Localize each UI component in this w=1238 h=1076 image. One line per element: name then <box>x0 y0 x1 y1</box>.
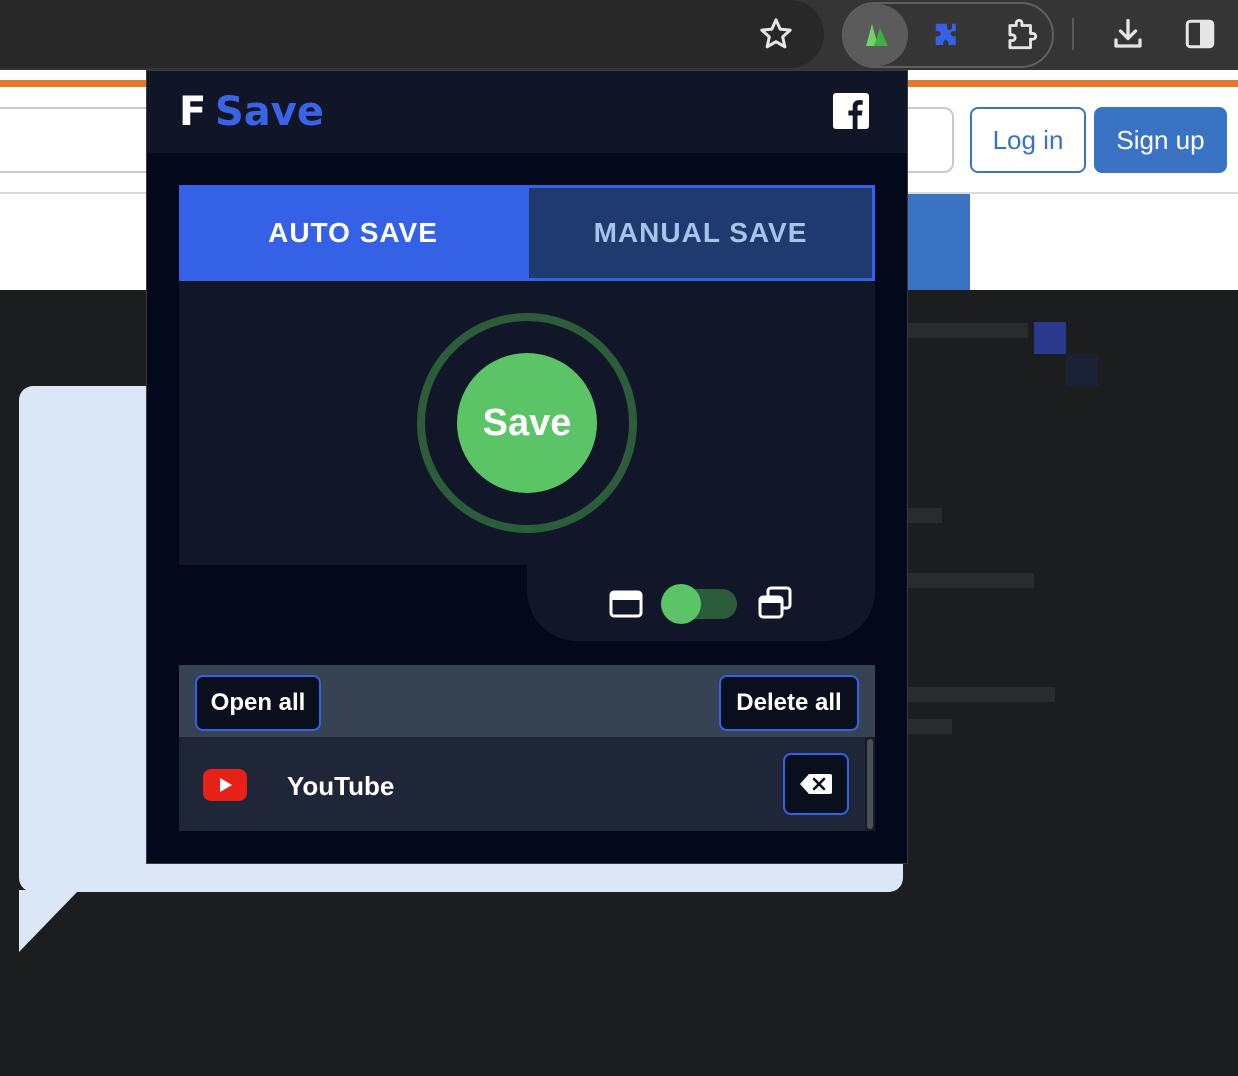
logo-save: Save <box>215 89 325 135</box>
fsave-extension-icon <box>866 24 888 46</box>
extension-box-icon[interactable] <box>1002 16 1040 54</box>
backspace-icon <box>800 774 832 794</box>
placeholder-line <box>906 719 952 734</box>
signup-button[interactable]: Sign up <box>1094 107 1227 173</box>
decorative-square <box>1034 322 1066 354</box>
placeholder-line <box>906 687 1055 702</box>
logo-f: F <box>179 89 207 135</box>
placeholder-line <box>906 323 1028 338</box>
toggle-knob[interactable] <box>661 584 701 624</box>
open-all-button[interactable]: Open all <box>195 675 321 731</box>
decorative-square <box>1066 354 1098 386</box>
tab-auto-save[interactable]: AUTO SAVE <box>179 185 527 281</box>
speech-bubble-tail <box>19 890 79 952</box>
placeholder-line <box>906 508 942 523</box>
fsave-extension-button[interactable] <box>844 4 908 66</box>
single-window-icon[interactable] <box>609 587 643 621</box>
facebook-icon[interactable] <box>833 93 869 129</box>
delete-item-button[interactable] <box>783 753 849 815</box>
placeholder-line <box>906 573 1034 588</box>
address-bar[interactable] <box>0 0 824 68</box>
browser-toolbar <box>0 0 1238 70</box>
fsave-popup: F Save AUTO SAVE MANUAL SAVE Save Open a… <box>146 70 908 864</box>
scrollbar-thumb[interactable] <box>867 739 873 829</box>
side-panel-icon[interactable] <box>1182 16 1218 52</box>
save-mode-tabs: AUTO SAVE MANUAL SAVE <box>179 185 875 281</box>
save-button[interactable]: Save <box>457 353 597 493</box>
youtube-icon <box>203 769 247 801</box>
puzzle-extensions-icon[interactable] <box>932 20 962 50</box>
tab-manual-save[interactable]: MANUAL SAVE <box>526 185 875 281</box>
list-item[interactable] <box>179 737 865 831</box>
delete-all-button[interactable]: Delete all <box>719 675 859 731</box>
multiple-windows-icon[interactable] <box>757 585 793 621</box>
popup-header: F Save <box>147 71 907 153</box>
login-button[interactable]: Log in <box>970 107 1086 173</box>
toolbar-separator <box>1072 18 1074 50</box>
list-item-label[interactable]: YouTube <box>287 771 394 802</box>
download-icon[interactable] <box>1110 16 1146 52</box>
star-icon[interactable] <box>756 14 796 54</box>
